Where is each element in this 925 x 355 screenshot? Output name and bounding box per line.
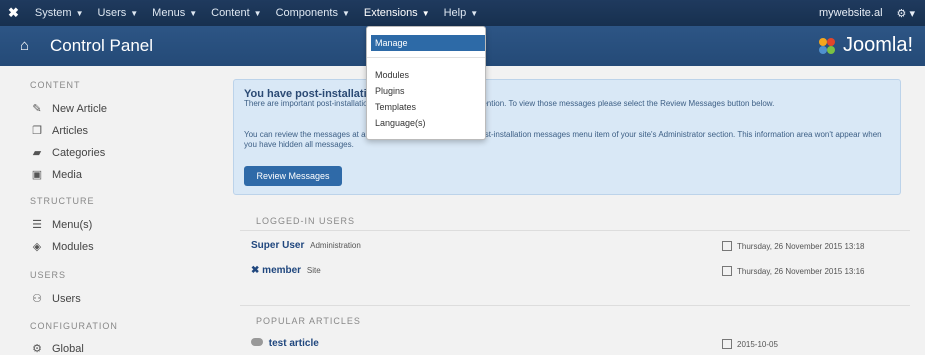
- sidebar: CONTENT ✎ New Article ❐ Articles ▰ Categ…: [0, 66, 220, 355]
- sidebar-section-content: CONTENT: [30, 80, 81, 90]
- home-icon: ⌂: [20, 37, 30, 54]
- calendar-icon: [722, 266, 732, 276]
- divider: [240, 305, 910, 306]
- joomla-logo-icon: [818, 37, 835, 54]
- menu-extensions[interactable]: Extensions ▼: [364, 7, 430, 19]
- logout-x-icon[interactable]: ✖: [251, 265, 259, 276]
- user-role: Administration: [310, 241, 361, 250]
- site-link[interactable]: mywebsite.al: [819, 7, 883, 19]
- sidebar-item-global[interactable]: ⚙ Global: [30, 342, 84, 355]
- sidebar-item-users[interactable]: ⚇ Users: [30, 292, 81, 306]
- chevron-down-icon: ▼: [253, 8, 262, 18]
- dropdown-item-modules[interactable]: Modules: [371, 70, 485, 80]
- article-date: 2015-10-05: [722, 339, 778, 349]
- top-nav-right: mywebsite.al ⚙ ▾: [819, 0, 915, 26]
- review-messages-button[interactable]: Review Messages: [244, 166, 342, 186]
- dropdown-item-languages[interactable]: Language(s): [371, 118, 485, 128]
- sidebar-item-menus[interactable]: ☰ Menu(s): [30, 218, 92, 232]
- user-role: Site: [306, 266, 321, 275]
- gear-icon: ⚙: [32, 343, 42, 355]
- divider: [240, 230, 910, 231]
- sidebar-item-modules[interactable]: ◈ Modules: [30, 240, 94, 254]
- image-icon: ▣: [31, 169, 43, 181]
- user-name[interactable]: Super User: [251, 240, 304, 251]
- chevron-down-icon: ▼: [341, 8, 350, 18]
- copy-icon: ❐: [32, 125, 42, 137]
- chevron-down-icon: ▼: [189, 8, 198, 18]
- user-row: Super User Administration: [251, 240, 361, 251]
- folder-icon: ▰: [32, 147, 42, 159]
- main-menu: ✖ System ▼ Users ▼ Menus ▼ Content ▼ Compone…: [8, 0, 492, 26]
- gear-icon[interactable]: ⚙ ▾: [897, 7, 915, 20]
- page-title: Control Panel: [50, 36, 154, 55]
- popular-articles-title: POPULAR ARTICLES: [256, 316, 361, 326]
- sidebar-section-configuration: CONFIGURATION: [30, 321, 118, 331]
- hits-badge-icon: [251, 338, 263, 346]
- chevron-down-icon: ▼: [130, 8, 139, 18]
- users-icon: ⚇: [32, 293, 42, 305]
- message-text-1: There are important post-installation me…: [244, 99, 775, 108]
- sidebar-item-media[interactable]: ▣ Media: [30, 168, 82, 182]
- chevron-down-icon: ▼: [470, 8, 479, 18]
- article-title[interactable]: test article: [269, 338, 319, 349]
- dropdown-item-plugins[interactable]: Plugins: [371, 86, 485, 96]
- sidebar-item-new-article[interactable]: ✎ New Article: [30, 102, 107, 116]
- calendar-icon: [722, 241, 732, 251]
- menu-system[interactable]: System ▼: [35, 7, 84, 19]
- user-name[interactable]: member: [262, 265, 301, 276]
- menu-help[interactable]: Help ▼: [444, 7, 479, 19]
- cube-icon: ◈: [32, 241, 42, 253]
- user-date: Thursday, 26 November 2015 13:18: [722, 241, 864, 251]
- dropdown-item-templates[interactable]: Templates: [371, 102, 485, 112]
- article-row: test article: [251, 338, 319, 349]
- user-row: ✖ member Site: [251, 265, 321, 276]
- top-nav: ✖ System ▼ Users ▼ Menus ▼ Content ▼ Compone…: [0, 0, 925, 26]
- post-install-message: You have post-installation There are imp…: [233, 79, 901, 195]
- list-icon: ☰: [32, 219, 42, 231]
- chevron-down-icon: ▼: [421, 8, 430, 18]
- menu-components[interactable]: Components ▼: [276, 7, 350, 19]
- chevron-down-icon: ▼: [75, 8, 84, 18]
- dropdown-separator: [367, 57, 485, 58]
- sidebar-section-structure: STRUCTURE: [30, 196, 95, 206]
- sidebar-item-articles[interactable]: ❐ Articles: [30, 124, 88, 138]
- joomla-logo[interactable]: Joomla!: [817, 34, 913, 57]
- menu-users[interactable]: Users ▼: [98, 7, 139, 19]
- menu-content[interactable]: Content ▼: [211, 7, 261, 19]
- menu-menus[interactable]: Menus ▼: [152, 7, 197, 19]
- joomla-brand: Joomla!: [842, 34, 913, 56]
- message-text-2: You can review the messages at any time …: [244, 130, 882, 149]
- logged-in-users-title: LOGGED-IN USERS: [256, 216, 356, 226]
- extensions-dropdown-menu: Manage Modules Plugins Templates Languag…: [366, 26, 486, 140]
- joomla-menu-icon[interactable]: ✖: [8, 5, 19, 21]
- calendar-icon: [722, 339, 732, 349]
- pencil-icon: ✎: [32, 103, 42, 115]
- sidebar-item-categories[interactable]: ▰ Categories: [30, 146, 105, 160]
- dropdown-item-manage[interactable]: Manage: [371, 35, 485, 51]
- user-date: Thursday, 26 November 2015 13:16: [722, 266, 864, 276]
- sidebar-section-users: USERS: [30, 270, 67, 280]
